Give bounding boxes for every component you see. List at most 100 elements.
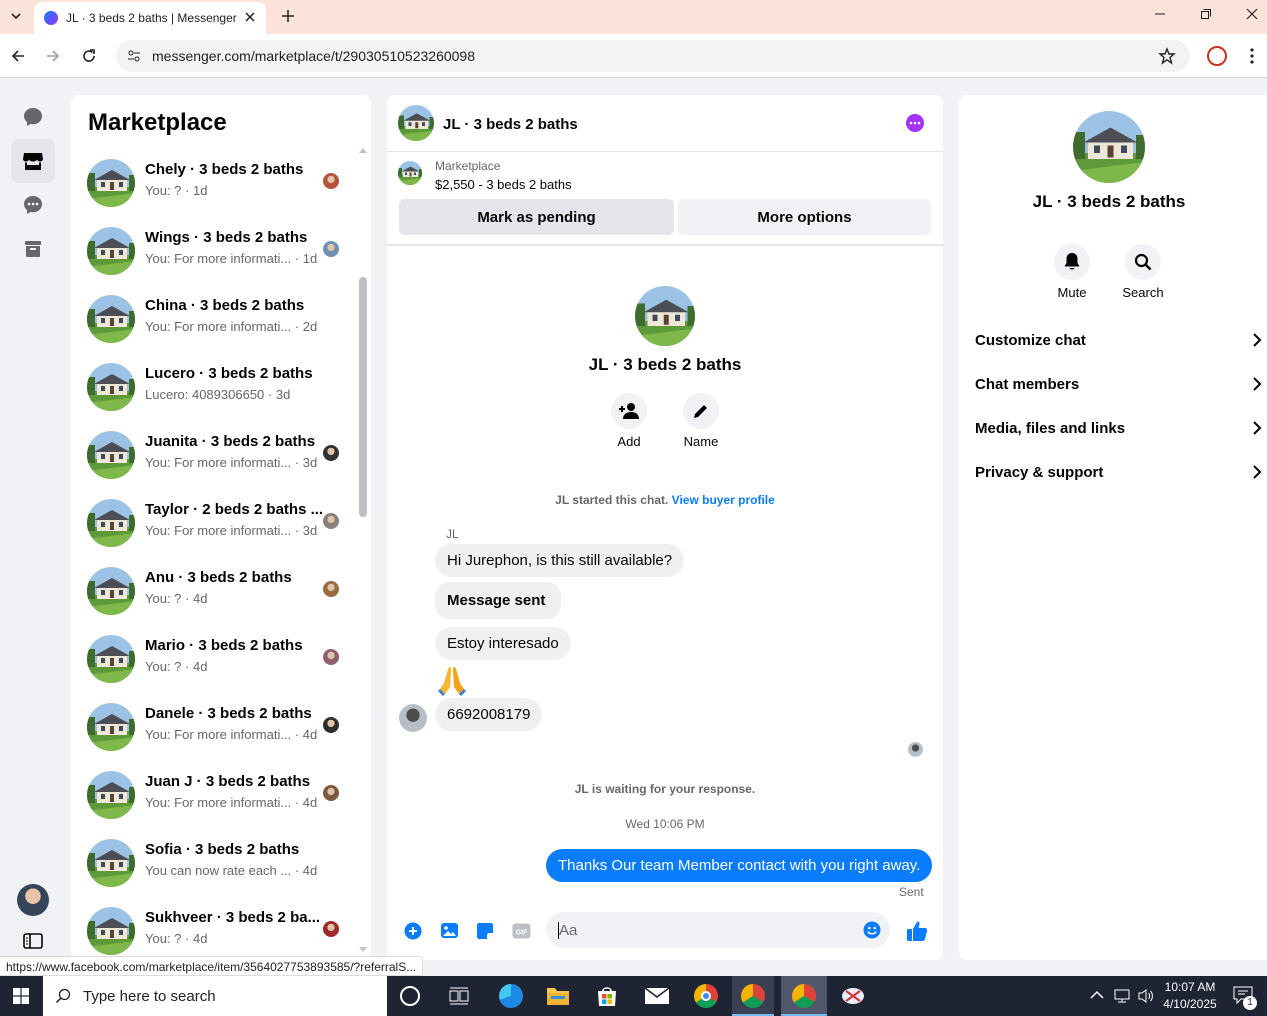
media-files-links-row[interactable]: Media, files and links <box>975 406 1265 450</box>
listing-price[interactable]: $2,550 - 3 beds 2 baths <box>435 177 572 192</box>
conversation-row[interactable]: Anu · 3 beds 2 baths You: ? · 4d <box>87 561 357 629</box>
conversation-info-panel: JL · 3 beds 2 baths Mute Search Customiz… <box>959 95 1267 960</box>
incoming-emoji-message[interactable] <box>435 663 469 697</box>
conversation-row[interactable]: Chely · 3 beds 2 baths You: ? · 1d <box>87 153 357 221</box>
forward-button[interactable] <box>41 44 65 68</box>
conversation-name: Wings · 3 beds 2 baths <box>145 229 308 246</box>
conversation-row[interactable]: Danele · 3 beds 2 baths You: For more inf… <box>87 697 357 765</box>
reload-button[interactable] <box>77 44 101 68</box>
info-avatar[interactable] <box>1073 111 1145 183</box>
show-hidden-icons-button[interactable] <box>1090 990 1104 1000</box>
taskbar-search-box[interactable]: Type here to search <box>43 976 387 1016</box>
incoming-message[interactable]: Hi Jurephon, is this still available? <box>435 544 685 577</box>
preview-text: You: For more informati... <box>145 727 292 742</box>
chat-header-title[interactable]: JL · 3 beds 2 baths <box>443 116 578 133</box>
tab-search-button[interactable] <box>4 4 28 28</box>
site-info-icon[interactable] <box>126 48 142 64</box>
edit-name-button[interactable] <box>683 393 719 429</box>
mute-button[interactable] <box>1054 244 1090 280</box>
profile-icon[interactable] <box>1207 46 1227 66</box>
store-app-icon[interactable] <box>595 985 619 1007</box>
task-view-button[interactable] <box>449 987 469 1005</box>
volume-icon[interactable] <box>1137 988 1155 1004</box>
browser-tab-active[interactable]: JL · 3 beds 2 baths | Messenger <box>34 2 266 34</box>
conversation-row[interactable]: Sukhveer · 3 beds 2 ba... You: ? · 4d <box>87 901 357 960</box>
conversation-info-button[interactable] <box>906 114 924 132</box>
minimize-button[interactable] <box>1137 0 1183 28</box>
toggle-sidebar-icon[interactable] <box>23 932 43 950</box>
scrollbar-track[interactable] <box>358 147 368 957</box>
incoming-message-sent-card[interactable]: Message sent <box>435 582 562 619</box>
view-buyer-profile-link[interactable]: View buyer profile <box>672 493 775 507</box>
snipping-tool-icon[interactable] <box>840 985 866 1007</box>
thumbs-up-icon <box>907 921 928 941</box>
bookmark-star-icon[interactable] <box>1158 47 1176 65</box>
conversation-preview: You: ? · 4d <box>145 931 207 946</box>
conversation-row[interactable]: Juanita · 3 beds 2 baths You: For more in… <box>87 425 357 493</box>
chevron-up-icon <box>1090 990 1104 999</box>
more-options-button[interactable]: More options <box>678 199 931 235</box>
separator-dot: · <box>291 523 303 538</box>
arrow-right-icon <box>47 50 60 62</box>
conversation-row[interactable]: Mario · 3 beds 2 baths You: ? · 4d <box>87 629 357 697</box>
file-explorer-icon[interactable] <box>546 985 570 1007</box>
search-in-chat-button[interactable] <box>1125 244 1161 280</box>
conversation-row[interactable]: Lucero · 3 beds 2 baths Lucero: 408930665… <box>87 357 357 425</box>
chat-profile-avatar[interactable] <box>635 286 695 346</box>
listing-thumbnail[interactable] <box>398 161 422 185</box>
separator-dot: · <box>181 183 193 198</box>
sent-status: Sent <box>899 885 924 899</box>
conversation-row[interactable]: Wings · 3 beds 2 baths You: For more info… <box>87 221 357 289</box>
customize-chat-row[interactable]: Customize chat <box>975 318 1265 362</box>
sender-avatar[interactable] <box>399 704 427 732</box>
add-people-button[interactable] <box>611 393 647 429</box>
menu-kebab-icon[interactable] <box>1244 46 1260 66</box>
incoming-message[interactable]: 6692008179 <box>435 698 543 731</box>
scrollbar-thumb[interactable] <box>359 277 367 517</box>
chrome-app-icon[interactable] <box>694 984 718 1008</box>
chat-started-text: JL started this chat. <box>555 493 669 507</box>
network-icon[interactable] <box>1113 988 1131 1004</box>
conversation-row[interactable]: Sofia · 3 beds 2 baths You can now rate e… <box>87 833 357 901</box>
chrome-center <box>701 991 711 1001</box>
emoji-picker-button[interactable] <box>863 921 881 939</box>
chrome-active-window-icon[interactable] <box>781 976 827 1016</box>
close-window-button[interactable] <box>1229 0 1267 28</box>
sticker-button[interactable] <box>476 922 494 940</box>
outgoing-message[interactable]: Thanks Our team Member contact with you … <box>546 849 933 882</box>
mail-app-icon[interactable] <box>644 986 670 1006</box>
like-button[interactable] <box>906 920 928 942</box>
rail-chats-button[interactable] <box>11 95 55 139</box>
user-avatar[interactable] <box>17 884 49 916</box>
rail-requests-button[interactable] <box>11 183 55 227</box>
conversation-row[interactable]: Taylor · 2 beds 2 baths ... You: For more… <box>87 493 357 561</box>
mark-as-pending-button[interactable]: Mark as pending <box>399 199 674 235</box>
maximize-button[interactable] <box>1183 0 1229 28</box>
conversation-row[interactable]: China · 3 beds 2 baths You: For more info… <box>87 289 357 357</box>
cortana-button[interactable] <box>400 986 420 1006</box>
privacy-support-row[interactable]: Privacy & support <box>975 450 1265 494</box>
clock-date[interactable]: 4/10/2025 <box>1159 997 1221 1011</box>
back-button[interactable] <box>6 44 30 68</box>
message-input[interactable]: Aa <box>546 912 890 948</box>
edge-app-icon[interactable] <box>499 984 523 1008</box>
attach-photo-button[interactable] <box>440 922 459 939</box>
incoming-message[interactable]: Estoy interesado <box>435 627 571 660</box>
conversation-preview: You: For more informati... · 3d <box>145 455 317 470</box>
composer-plus-button[interactable] <box>404 922 422 940</box>
address-bar[interactable]: messenger.com/marketplace/t/290305105232… <box>116 40 1190 72</box>
rail-archive-button[interactable] <box>11 227 55 271</box>
tab-close-icon[interactable] <box>242 9 258 25</box>
gif-button[interactable]: GIF <box>512 923 531 939</box>
conversation-row[interactable]: Juan J · 3 beds 2 baths You: For more inf… <box>87 765 357 833</box>
rail-marketplace-button[interactable] <box>11 139 55 183</box>
new-tab-button[interactable] <box>276 4 300 28</box>
clock-time[interactable]: 10:07 AM <box>1159 980 1221 994</box>
start-button[interactable] <box>0 976 42 1016</box>
chrome-profile-window-icon[interactable] <box>732 976 774 1016</box>
conversation-preview: You: ? · 4d <box>145 591 207 606</box>
chat-header-avatar[interactable] <box>398 105 434 141</box>
chat-members-row[interactable]: Chat members <box>975 362 1265 406</box>
preview-time: 1d <box>302 251 318 266</box>
separator-dot: · <box>264 387 276 402</box>
